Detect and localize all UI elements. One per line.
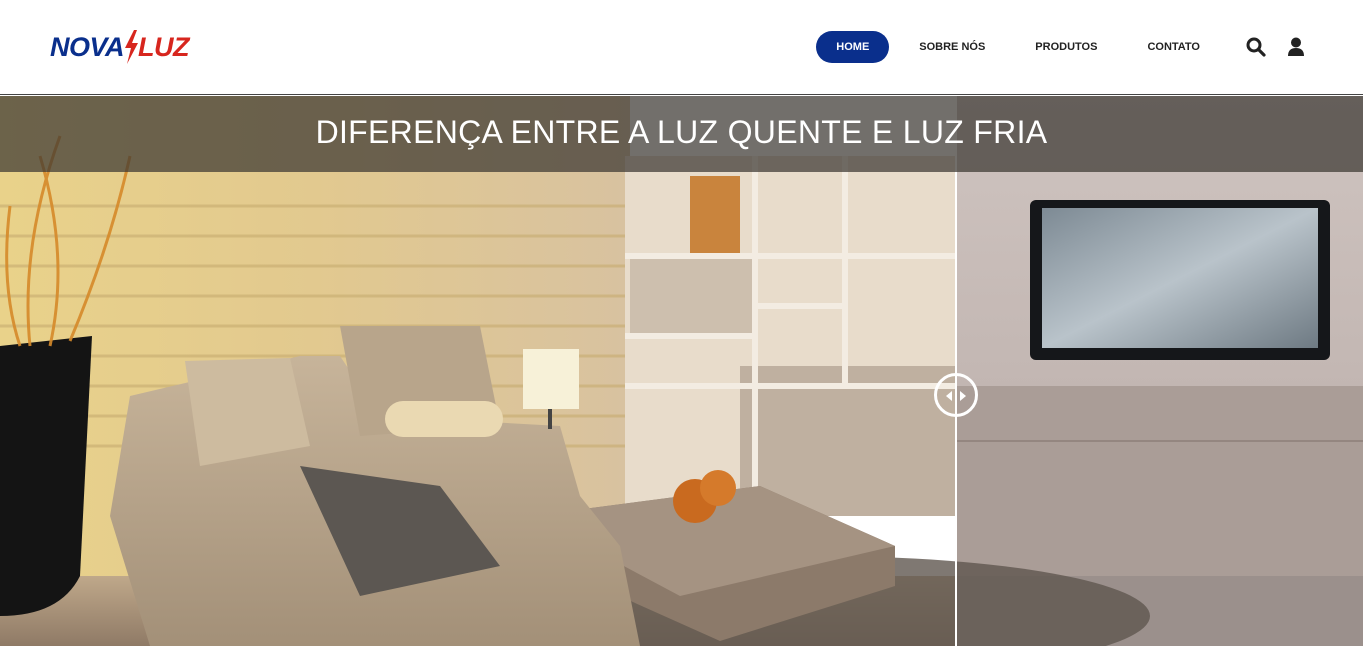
nav-sobre-nos[interactable]: SOBRE NÓS [899,31,1005,63]
living-room-photo [0,96,1363,646]
nav-home[interactable]: HOME [816,31,890,63]
main-nav: HOME SOBRE NÓS PRODUTOS CONTATO [816,31,1363,63]
site-header: NOVA LUZ HOME SOBRE NÓS PRODUTOS CONTATO [0,0,1363,95]
nav-produtos[interactable]: PRODUTOS [1015,31,1117,63]
search-icon[interactable] [1246,37,1266,57]
hero-comparison-slider: DIFERENÇA ENTRE A LUZ QUENTE E LUZ FRIA [0,96,1363,646]
logo-text-luz: LUZ [138,31,189,62]
nav-contato[interactable]: CONTATO [1127,31,1220,63]
logo-text-nova: NOVA [50,31,125,62]
hero-title: DIFERENÇA ENTRE A LUZ QUENTE E LUZ FRIA [315,114,1048,150]
novaluz-logo[interactable]: NOVA LUZ [50,30,189,64]
slider-handle[interactable] [934,373,978,417]
arrow-left-icon [946,391,952,401]
arrow-right-icon [960,391,966,401]
user-icon[interactable] [1286,37,1306,57]
